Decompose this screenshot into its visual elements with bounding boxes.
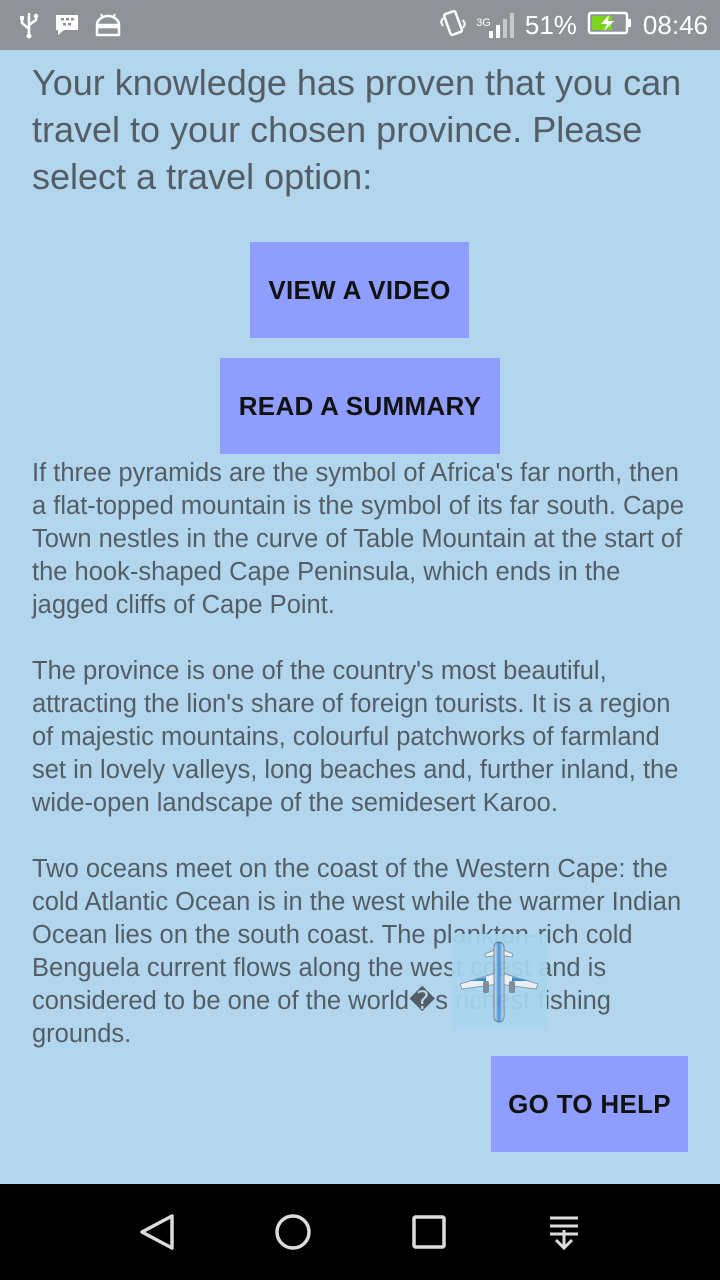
province-summary-text: If three pyramids are the symbol of Afri…	[32, 459, 685, 1048]
read-summary-button[interactable]: READ A SUMMARY	[220, 358, 500, 454]
signal-icon: 3G	[476, 11, 515, 39]
notification-drawer-icon[interactable]	[540, 1208, 588, 1256]
view-video-button[interactable]: VIEW A VIDEO	[250, 242, 469, 338]
android-icon	[94, 12, 122, 43]
go-to-help-button[interactable]: GO TO HELP	[491, 1056, 688, 1152]
bbm-icon	[54, 12, 80, 43]
home-icon[interactable]	[269, 1208, 317, 1256]
vibrate-icon	[440, 8, 467, 43]
instruction-heading: Your knowledge has proven that you can t…	[32, 62, 682, 197]
battery-percent: 51%	[524, 9, 577, 40]
recents-icon[interactable]	[405, 1208, 453, 1256]
status-bar: 3G 51% 08:46	[0, 0, 720, 50]
navigation-bar	[0, 1184, 720, 1280]
back-icon[interactable]	[134, 1208, 182, 1256]
main-content[interactable]: Your knowledge has proven that you can t…	[0, 50, 720, 1184]
network-type-label: 3G	[476, 17, 491, 29]
usb-icon	[18, 11, 40, 44]
airplane-icon[interactable]	[452, 934, 547, 1029]
clock: 08:46	[642, 9, 708, 40]
battery-charging-icon	[587, 10, 633, 41]
